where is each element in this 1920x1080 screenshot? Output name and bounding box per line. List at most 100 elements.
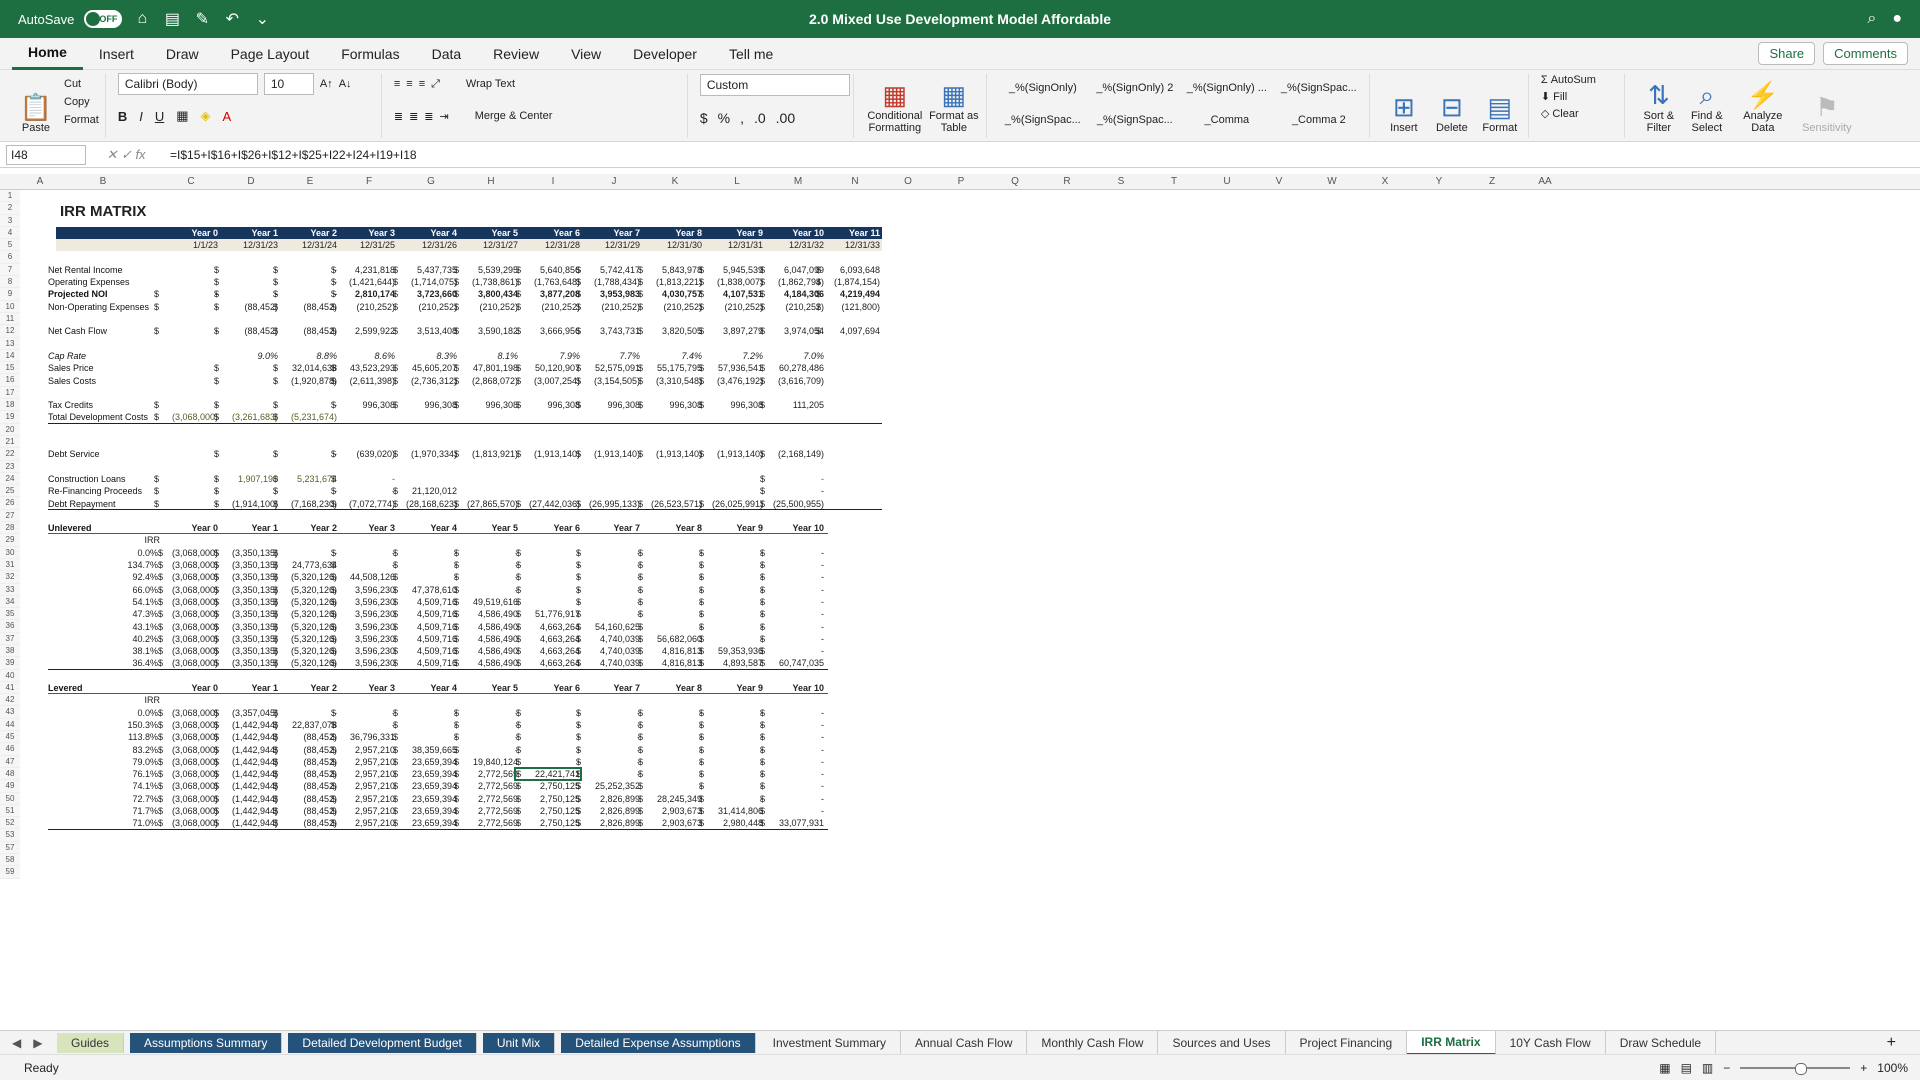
search-icon[interactable]: ⌕ — [1867, 10, 1876, 28]
row-header[interactable]: 10 — [0, 300, 20, 313]
page-break-icon[interactable]: ▥ — [1702, 1061, 1713, 1075]
zoom-out-icon[interactable]: − — [1723, 1061, 1730, 1075]
matrix-cell[interactable]: (3,068,000) — [160, 596, 218, 608]
row-header[interactable]: 43 — [0, 706, 20, 719]
row-label[interactable]: Cap Rate — [48, 350, 178, 362]
value-cell[interactable]: 3,513,408 — [399, 325, 457, 337]
value-cell[interactable]: (88,452) — [220, 325, 278, 337]
value-cell[interactable]: (88,452) — [279, 301, 337, 313]
year-header[interactable]: Year 4 — [399, 227, 457, 239]
matrix-cell[interactable]: (3,068,000) — [160, 793, 218, 805]
matrix-cell[interactable]: - — [766, 805, 824, 817]
matrix-cell[interactable]: 22,837,078 — [279, 719, 337, 731]
value-cell[interactable]: (1,913,140) — [522, 448, 580, 460]
matrix-cell[interactable]: (88,452) — [279, 805, 337, 817]
row-header[interactable]: 39 — [0, 657, 20, 670]
matrix-cell[interactable]: - — [460, 707, 518, 719]
value-cell[interactable]: 5,437,735 — [399, 264, 457, 276]
matrix-cell[interactable]: (3,350,135) — [220, 584, 278, 596]
value-cell[interactable]: (2,736,312) — [399, 375, 457, 387]
row-header[interactable]: 41 — [0, 681, 20, 695]
value-cell[interactable]: - — [337, 473, 395, 485]
cell-grid[interactable]: IRR MATRIX Year 0 Year 1 Year 2 Year 3 Year … — [20, 190, 1920, 1030]
matrix-cell[interactable]: 51,776,917 — [522, 608, 580, 620]
value-cell[interactable]: (2,868,072) — [460, 375, 518, 387]
value-cell[interactable]: - — [160, 301, 218, 313]
matrix-cell[interactable]: - — [337, 707, 395, 719]
matrix-cell[interactable]: - — [582, 707, 640, 719]
value-cell[interactable]: (1,813,221) — [644, 276, 702, 288]
column-header[interactable]: Y — [1436, 176, 1443, 187]
irr-value[interactable]: 113.8% — [120, 731, 158, 743]
matrix-cell[interactable]: - — [582, 547, 640, 559]
value-cell[interactable]: (1,970,334) — [399, 448, 457, 460]
matrix-cell[interactable]: (5,320,126) — [279, 571, 337, 583]
matrix-cell[interactable]: 2,957,210 — [337, 805, 395, 817]
matrix-cell[interactable]: - — [644, 780, 702, 792]
cell-style-item[interactable]: _%(SignSpac... — [999, 114, 1087, 138]
column-header[interactable]: V — [1276, 176, 1283, 187]
matrix-cell[interactable]: - — [522, 596, 580, 608]
year-header[interactable]: Year 6 — [522, 227, 580, 239]
column-header[interactable]: X — [1382, 176, 1389, 187]
column-header[interactable]: D — [247, 176, 254, 187]
matrix-cell[interactable]: 2,750,125 — [522, 805, 580, 817]
matrix-cell[interactable]: - — [705, 768, 763, 780]
matrix-cell[interactable]: 2,750,125 — [522, 793, 580, 805]
matrix-cell[interactable]: - — [766, 596, 824, 608]
date-header[interactable]: 12/31/26 — [399, 239, 457, 251]
year-header[interactable]: Year 7 — [582, 227, 640, 239]
value-cell[interactable]: 4,107,531 — [705, 288, 763, 300]
matrix-cell[interactable]: - — [766, 744, 824, 756]
matrix-cell[interactable]: - — [705, 756, 763, 768]
matrix-cell[interactable]: 24,773,634 — [279, 559, 337, 571]
matrix-cell[interactable]: - — [644, 744, 702, 756]
cut-button[interactable]: Cut — [64, 78, 99, 90]
matrix-cell[interactable]: (3,350,135) — [220, 633, 278, 645]
matrix-cell[interactable]: - — [582, 571, 640, 583]
matrix-cell[interactable]: (3,350,135) — [220, 621, 278, 633]
comments-button[interactable]: Comments — [1823, 42, 1908, 65]
value-cell[interactable]: 3,723,660 — [399, 288, 457, 300]
date-header[interactable]: 12/31/30 — [644, 239, 702, 251]
matrix-cell[interactable]: 25,252,352 — [582, 780, 640, 792]
matrix-cell[interactable]: 4,586,490 — [460, 608, 518, 620]
matrix-cell[interactable]: (3,068,000) — [160, 744, 218, 756]
value-cell[interactable]: (1,838,007) — [705, 276, 763, 288]
matrix-cell[interactable]: 4,509,716 — [399, 596, 457, 608]
row-header[interactable]: 46 — [0, 743, 20, 756]
matrix-cell[interactable]: 4,740,039 — [582, 645, 640, 657]
value-cell[interactable]: 47,801,198 — [460, 362, 518, 374]
matrix-cell[interactable]: 4,509,716 — [399, 608, 457, 620]
matrix-cell[interactable]: - — [582, 584, 640, 596]
value-cell[interactable]: (1,913,140) — [705, 448, 763, 460]
matrix-cell[interactable]: 23,659,394 — [399, 793, 457, 805]
value-cell[interactable]: - — [220, 485, 278, 497]
column-header[interactable]: J — [612, 176, 617, 187]
row-header[interactable]: 4 — [0, 226, 20, 240]
matrix-cell[interactable]: (5,320,126) — [279, 584, 337, 596]
column-header[interactable]: F — [366, 176, 372, 187]
tab-home[interactable]: Home — [12, 38, 83, 70]
value-cell[interactable]: (1,421,644) — [337, 276, 395, 288]
matrix-cell[interactable]: - — [644, 571, 702, 583]
row-header[interactable]: 49 — [0, 780, 20, 793]
column-header[interactable]: I — [552, 176, 555, 187]
row-header[interactable]: 29 — [0, 534, 20, 547]
value-cell[interactable]: 2,810,174 — [337, 288, 395, 300]
irr-value[interactable]: 47.3% — [120, 608, 158, 620]
fill-button[interactable]: ⬇ Fill — [1541, 90, 1618, 103]
tab-view[interactable]: View — [555, 38, 617, 70]
matrix-cell[interactable]: - — [766, 547, 824, 559]
row-header[interactable]: 15 — [0, 362, 20, 375]
matrix-cell[interactable]: 2,957,210 — [337, 756, 395, 768]
row-header[interactable]: 23 — [0, 460, 20, 473]
matrix-cell[interactable]: 28,245,349 — [644, 793, 702, 805]
sheet-tab[interactable]: Draw Schedule — [1606, 1030, 1717, 1055]
matrix-cell[interactable]: (88,452) — [279, 756, 337, 768]
matrix-cell[interactable]: - — [644, 621, 702, 633]
underline-button[interactable]: U — [155, 109, 164, 124]
matrix-cell[interactable]: - — [399, 559, 457, 571]
matrix-cell[interactable]: 56,682,060 — [644, 633, 702, 645]
matrix-cell[interactable]: 23,659,394 — [399, 780, 457, 792]
